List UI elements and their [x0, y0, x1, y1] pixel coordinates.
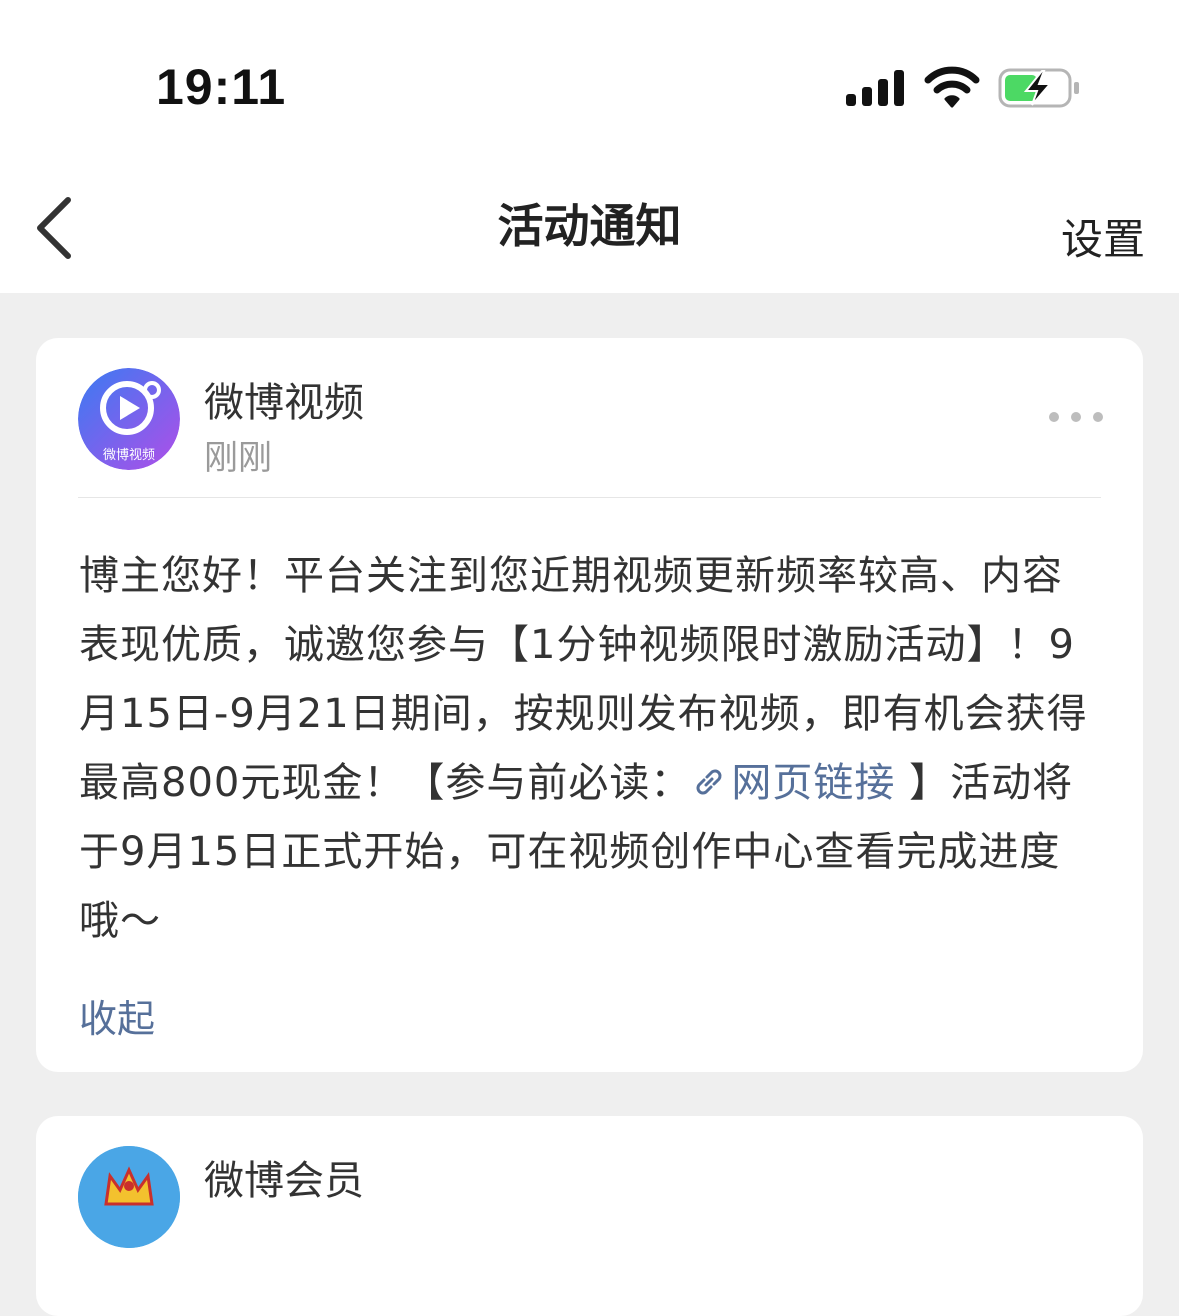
page-title: 活动通知: [497, 199, 682, 253]
divider: [78, 497, 1101, 498]
status-time: 19:11: [156, 59, 287, 115]
sender-name[interactable]: 微博视频: [204, 370, 364, 428]
settings-button[interactable]: 设置: [1061, 206, 1145, 267]
battery-charging-icon: [998, 68, 1079, 108]
avatar-label: 微博视频: [102, 448, 155, 463]
back-arrow-icon[interactable]: [32, 196, 76, 260]
web-link-label: 网页链接: [731, 760, 896, 806]
web-link[interactable]: 网页链接: [691, 760, 895, 806]
link-icon: [696, 769, 722, 795]
collapse-button[interactable]: 收起: [79, 988, 155, 1043]
sender-avatar[interactable]: [78, 1146, 180, 1248]
sender-name[interactable]: 微博会员: [204, 1148, 364, 1206]
notification-message: 博主您好！平台关注到您近期视频更新频率较高、内容表现优质，诚邀您参与【1分钟视频…: [79, 542, 1099, 956]
notification-card: 微博会员: [36, 1116, 1143, 1316]
navigation-bar: 活动通知 设置: [0, 160, 1179, 293]
cellular-signal-icon: [846, 70, 906, 106]
crown-icon: [78, 1146, 180, 1248]
wifi-icon: [924, 66, 980, 108]
notification-card: 微博视频 微博视频 刚刚 博主您好！平台关注到您近期视频更新频率较高、内容表现优…: [36, 338, 1143, 1072]
notification-time: 刚刚: [204, 438, 272, 478]
more-options-icon[interactable]: [1049, 410, 1103, 424]
status-bar: 19:11: [0, 0, 1179, 160]
sender-avatar[interactable]: 微博视频: [78, 368, 180, 470]
